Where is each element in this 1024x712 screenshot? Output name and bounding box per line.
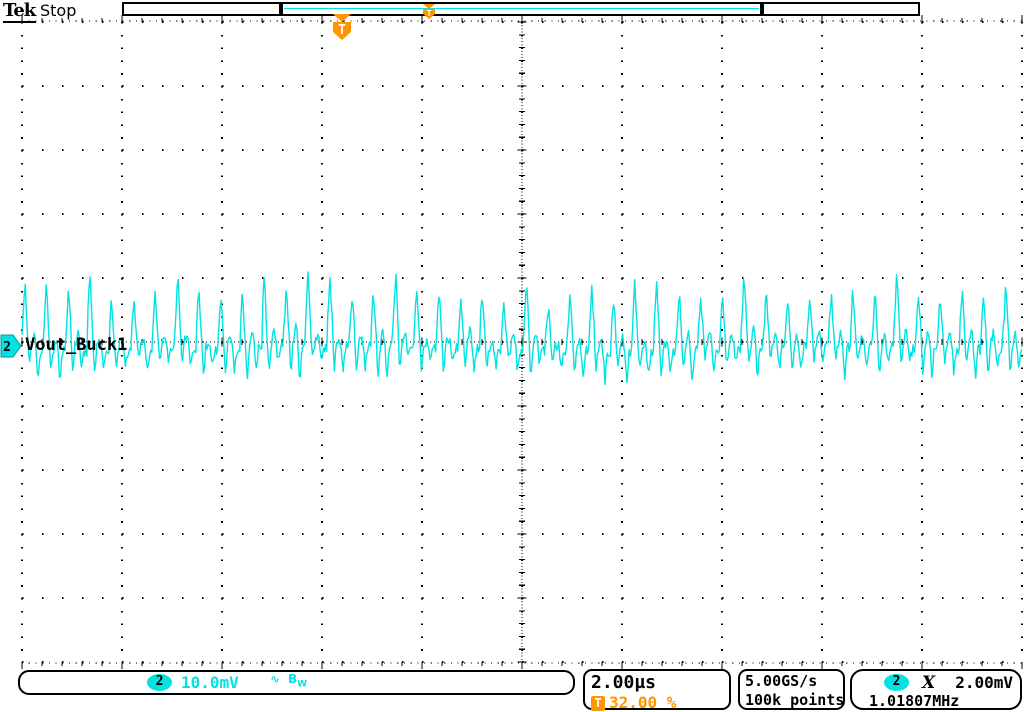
trigger-position-percent: 32.00 % bbox=[609, 693, 676, 712]
trigger-source-badge: 2 bbox=[884, 674, 909, 691]
channel2-scale: 10.0mV bbox=[181, 673, 239, 692]
record-length: 100k points bbox=[745, 691, 840, 710]
trigger-position-marker-icon[interactable]: T bbox=[333, 14, 351, 40]
channel-trace-label: Vout_Buck1 bbox=[25, 335, 127, 355]
channel2-position-marker[interactable]: 2 bbox=[1, 335, 21, 357]
graticule-display: T 2 bbox=[0, 0, 1024, 712]
time-per-division: 2.00µs bbox=[591, 672, 723, 693]
acquisition-readout[interactable]: 5.00GS/s 100k points bbox=[738, 669, 845, 710]
trigger-slope-icon: X bbox=[922, 673, 935, 693]
trigger-readout[interactable]: 2 X 2.00mV 1.01807MHz bbox=[850, 669, 1022, 710]
channel2-badge: 2 bbox=[147, 674, 172, 691]
horizontal-readout[interactable]: 2.00µs T 32.00 % bbox=[583, 669, 731, 710]
trigger-level: 2.00mV bbox=[955, 673, 1013, 692]
coupling-icon: ∿ bbox=[270, 672, 280, 686]
sample-rate: 5.00GS/s bbox=[745, 672, 840, 691]
svg-text:T: T bbox=[338, 23, 346, 38]
channel2-readout[interactable]: 2 10.0mV ∿ BW bbox=[18, 670, 575, 695]
trigger-t-icon: T bbox=[591, 696, 605, 711]
svg-text:2: 2 bbox=[3, 340, 11, 355]
trigger-frequency: 1.01807MHz bbox=[869, 692, 959, 710]
oscilloscope-screen: Tek Stop T T 2 Vout_Buck1 2 10.0mV ∿ B bbox=[0, 0, 1024, 712]
bandwidth-limit-icon: BW bbox=[288, 672, 307, 689]
